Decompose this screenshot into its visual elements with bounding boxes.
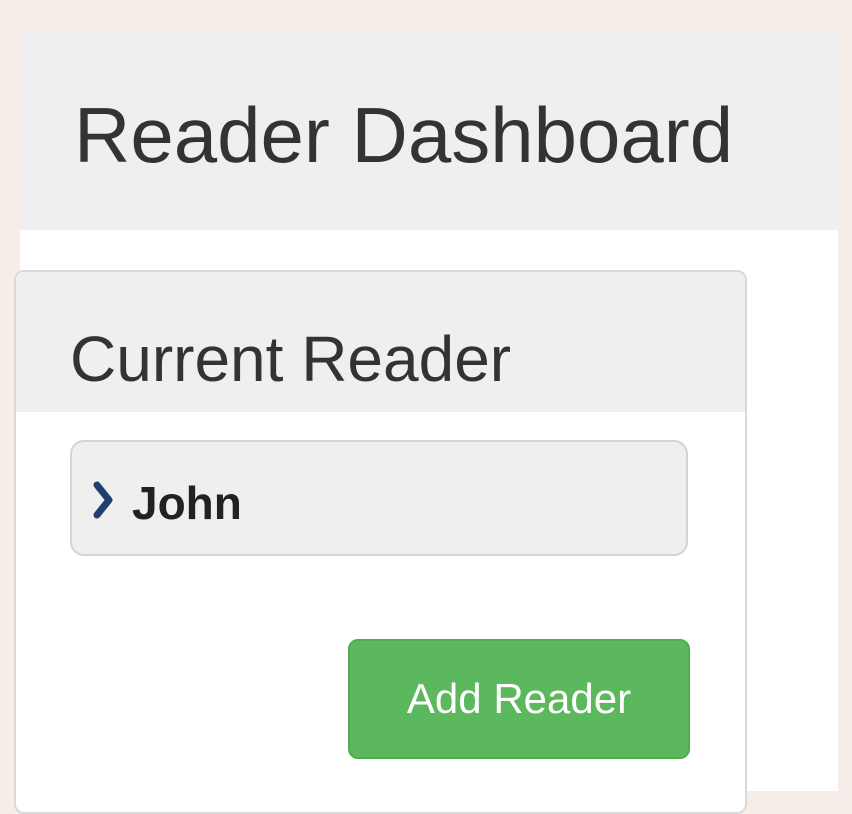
chevron-right-icon bbox=[93, 481, 113, 519]
reader-name: John bbox=[132, 477, 242, 529]
reader-list-item[interactable]: John bbox=[70, 440, 688, 556]
page-header: Reader Dashboard bbox=[20, 30, 838, 230]
panel-title: Current Reader bbox=[70, 323, 512, 395]
panel-heading: Current Reader bbox=[16, 272, 745, 412]
add-reader-button[interactable]: Add Reader bbox=[348, 639, 690, 759]
current-reader-panel: Current Reader John Add Reader bbox=[14, 270, 747, 814]
page-container: Reader Dashboard Current Reader John Add… bbox=[14, 30, 838, 814]
page-title: Reader Dashboard bbox=[74, 91, 734, 179]
